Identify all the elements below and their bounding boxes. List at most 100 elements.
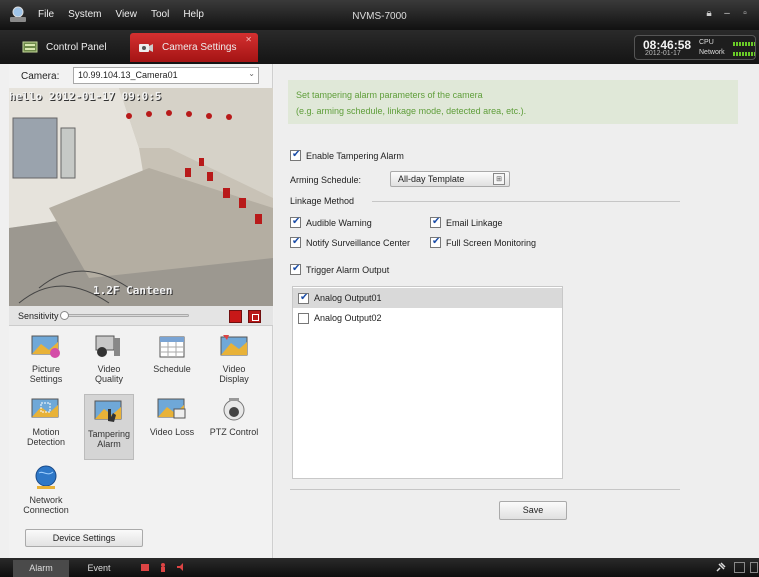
trigger-alarm-output-checkbox[interactable]: Trigger Alarm Output [290, 263, 390, 275]
camera-select[interactable]: 10.99.104.13_Camera01 ⌄ [73, 67, 259, 84]
video-display-icon [220, 335, 248, 356]
picture-settings-icon [31, 335, 60, 358]
tile-picture-settings[interactable]: Picture Settings [21, 334, 71, 400]
tile-label: Network Connection [23, 495, 69, 515]
live-video-preview[interactable]: hello 2012-01-17 09:0:5 1.2F Canteen [9, 88, 273, 306]
chevron-down-icon: ⌄ [248, 69, 255, 78]
edit-template-icon[interactable]: ⊞ [493, 173, 505, 185]
tab-control-panel[interactable]: Control Panel [14, 33, 124, 62]
tile-label: Motion Detection [26, 427, 66, 447]
enable-tampering-label: Enable Tampering Alarm [306, 150, 404, 161]
sensitivity-row: Sensitivity [9, 306, 273, 326]
sensitivity-slider-thumb[interactable] [60, 311, 69, 320]
restore-icon[interactable]: ▫ [739, 8, 751, 20]
tab-camera-settings[interactable]: Camera Settings ✕ [130, 33, 258, 62]
info-line-1: Set tampering alarm parameters of the ca… [296, 90, 483, 100]
menu-system[interactable]: System [68, 9, 101, 20]
checkbox-box[interactable] [290, 216, 301, 228]
event-tab[interactable]: Event [74, 560, 124, 577]
email-linkage-label: Email Linkage [446, 217, 503, 228]
checkbox-box[interactable] [290, 236, 301, 248]
menu-file[interactable]: File [38, 9, 54, 20]
audible-warning-checkbox[interactable]: Audible Warning [290, 216, 372, 228]
menu-view[interactable]: View [115, 9, 137, 20]
tile-schedule[interactable]: Schedule [147, 334, 197, 400]
camera-label: Camera: [21, 71, 60, 82]
alarm-person-icon[interactable] [158, 562, 168, 572]
alarm-sound-icon[interactable] [176, 562, 186, 572]
tab-label: Control Panel [46, 42, 107, 53]
clear-area-button[interactable] [248, 310, 261, 323]
camera-select-value: 10.99.104.13_Camera01 [78, 70, 178, 80]
network-label: Network [699, 49, 725, 56]
tile-label: Tampering Alarm [87, 429, 131, 449]
sensitivity-label: Sensitivity [18, 311, 59, 321]
email-linkage-checkbox[interactable]: Email Linkage [430, 216, 503, 228]
window-controls: 🔒︎ – ▫ [703, 8, 751, 20]
full-screen-checkbox[interactable]: Full Screen Monitoring [430, 236, 537, 248]
enable-tampering-checkbox[interactable]: Enable Tampering Alarm [290, 149, 404, 161]
network-meter [733, 52, 755, 56]
checkbox-box[interactable] [430, 216, 441, 228]
tile-label: Schedule [153, 364, 191, 374]
list-item[interactable]: Analog Output02 [293, 308, 562, 328]
list-item[interactable]: Analog Output01 [293, 288, 562, 308]
system-clock: 08:46:58 2012-01-17 CPU Network [634, 35, 756, 60]
checkbox-box[interactable] [430, 236, 441, 248]
tile-label: Picture Settings [29, 364, 63, 384]
tile-ptz-control[interactable]: PTZ Control [209, 397, 259, 463]
lock-icon[interactable]: 🔒︎ [703, 8, 715, 20]
checkbox-box[interactable] [290, 149, 301, 161]
alarm-record-icon[interactable] [140, 562, 150, 572]
tile-tampering-alarm[interactable]: Tampering Alarm [84, 394, 134, 460]
menu-bar: File System View Tool Help [38, 9, 218, 20]
panel-toggle-icon[interactable] [750, 562, 758, 573]
arming-schedule-label: Arming Schedule: [290, 175, 362, 185]
close-tab-icon[interactable]: ✕ [245, 35, 252, 44]
info-line-2: (e.g. arming schedule, linkage mode, det… [296, 106, 527, 116]
save-button[interactable]: Save [499, 501, 567, 520]
full-screen-label: Full Screen Monitoring [446, 237, 537, 248]
tampering-alarm-icon [94, 400, 122, 422]
audible-warning-label: Audible Warning [306, 217, 372, 228]
tile-video-quality[interactable]: Video Quality [84, 334, 134, 400]
camera-settings-icon [139, 44, 153, 52]
linkage-method-label: Linkage Method [290, 196, 355, 206]
tile-label: PTZ Control [209, 427, 259, 437]
device-settings-button[interactable]: Device Settings [25, 529, 143, 547]
tampering-alarm-panel: Set tampering alarm parameters of the ca… [274, 64, 759, 558]
checkbox-box[interactable] [290, 263, 301, 275]
menu-tool[interactable]: Tool [151, 9, 169, 20]
clock-date: 2012-01-17 [645, 50, 681, 57]
sensitivity-slider[interactable] [60, 311, 189, 320]
tile-motion-detection[interactable]: Motion Detection [21, 397, 71, 463]
app-logo-icon [10, 6, 26, 22]
window-mode-icon[interactable] [734, 562, 745, 573]
trigger-alarm-output-label: Trigger Alarm Output [306, 264, 390, 275]
video-quality-icon [95, 335, 120, 357]
record-area-button[interactable] [229, 310, 242, 323]
output-label: Analog Output02 [314, 313, 382, 323]
left-panel: Camera: 10.99.104.13_Camera01 ⌄ hello 20… [9, 64, 273, 558]
video-osd-location: 1.2F Canteen [93, 284, 173, 297]
arming-schedule-select[interactable]: All-day Template ⊞ [390, 171, 510, 187]
status-bar: Alarm Event [0, 558, 759, 577]
pin-icon[interactable] [715, 562, 726, 573]
video-frame-image [9, 88, 273, 306]
tile-network-connection[interactable]: Network Connection [21, 465, 71, 531]
network-connection-icon [35, 465, 57, 489]
tile-video-display[interactable]: Video Display [209, 334, 259, 400]
alarm-output-list: Analog Output01 Analog Output02 [292, 286, 563, 479]
checkbox-box[interactable] [298, 312, 309, 324]
arming-schedule-value: All-day Template [398, 174, 465, 184]
motion-detection-icon [31, 398, 59, 418]
notify-center-checkbox[interactable]: Notify Surveillance Center [290, 236, 410, 248]
menu-help[interactable]: Help [183, 9, 204, 20]
video-loss-icon [157, 398, 186, 419]
checkbox-box[interactable] [298, 292, 309, 304]
tile-video-loss[interactable]: Video Loss [147, 397, 197, 463]
minimize-icon[interactable]: – [721, 8, 733, 20]
control-panel-icon [22, 41, 38, 53]
divider [290, 489, 680, 490]
alarm-tab[interactable]: Alarm [13, 560, 69, 577]
